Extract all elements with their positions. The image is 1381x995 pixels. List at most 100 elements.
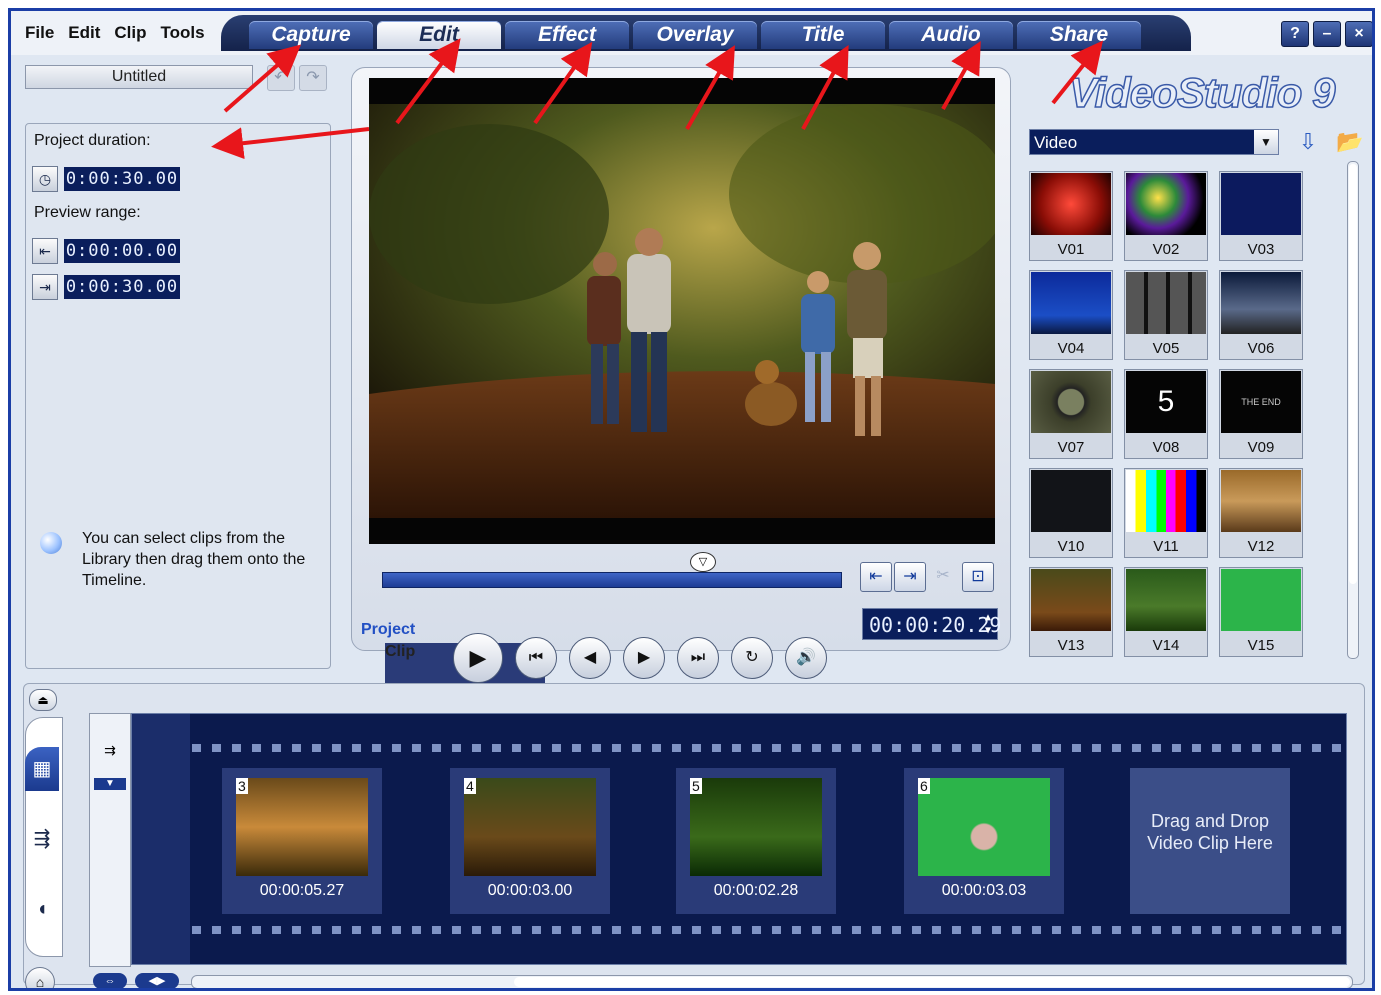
library-thumbnail bbox=[1221, 272, 1301, 334]
library-item[interactable]: THE END V09 bbox=[1219, 369, 1303, 459]
library-thumbnail bbox=[1126, 272, 1206, 334]
timeline-scrollbar[interactable] bbox=[191, 975, 1353, 988]
library-item[interactable]: V10 bbox=[1029, 468, 1113, 558]
menu-edit[interactable]: Edit bbox=[68, 23, 100, 43]
scrub-marker[interactable]: ▽ bbox=[690, 552, 716, 572]
preview-scrub-bar[interactable] bbox=[382, 572, 842, 588]
scroll-arrows-button[interactable]: ◀▶ bbox=[135, 973, 179, 988]
close-button[interactable]: × bbox=[1345, 21, 1372, 47]
library-item-label: V10 bbox=[1057, 538, 1085, 555]
volume-button[interactable]: 🔊 bbox=[785, 637, 827, 679]
home-button[interactable]: ⏮ bbox=[515, 637, 557, 679]
library-thumbnail bbox=[1126, 569, 1206, 631]
filmstrip-icon: ▦ bbox=[32, 758, 52, 780]
library-item[interactable]: V03 bbox=[1219, 171, 1303, 261]
preview-timecode[interactable]: 00:00:20.29 ▲ ▼ bbox=[862, 608, 1001, 640]
menu-file[interactable]: File bbox=[25, 23, 54, 43]
clip-number: 3 bbox=[236, 778, 248, 794]
drop-target[interactable]: Drag and Drop Video Clip Here bbox=[1130, 768, 1290, 914]
storyboard-clip[interactable]: 6 00:00:03.03 bbox=[904, 768, 1064, 914]
mode-project[interactable]: Project bbox=[361, 621, 415, 639]
tab-title[interactable]: Title bbox=[761, 21, 885, 49]
project-title-field[interactable]: Untitled bbox=[25, 65, 253, 89]
sprocket-holes-bottom bbox=[192, 926, 1342, 934]
library-item[interactable]: V05 bbox=[1124, 270, 1208, 360]
insert-media-icon[interactable]: ⇉ bbox=[94, 742, 126, 759]
end-button[interactable]: ⏭ bbox=[677, 637, 719, 679]
library-thumbnail bbox=[1221, 173, 1301, 235]
library-item-label: V03 bbox=[1247, 241, 1275, 258]
library-item[interactable]: V15 bbox=[1219, 567, 1303, 657]
tab-effect[interactable]: Effect bbox=[505, 21, 629, 49]
tab-capture[interactable]: Capture bbox=[249, 21, 373, 49]
library-item[interactable]: V13 bbox=[1029, 567, 1113, 657]
fullscreen-button[interactable]: ⊡ bbox=[962, 562, 994, 592]
library-item[interactable]: 5 V08 bbox=[1124, 369, 1208, 459]
library-item[interactable]: V07 bbox=[1029, 369, 1113, 459]
menu-clip[interactable]: Clip bbox=[114, 23, 146, 43]
tab-audio[interactable]: Audio bbox=[889, 21, 1013, 49]
library-item[interactable]: V04 bbox=[1029, 270, 1113, 360]
library-category-select[interactable]: Video ▼ bbox=[1029, 129, 1279, 155]
library-item-label: V06 bbox=[1247, 340, 1275, 357]
timecode-spinner[interactable]: ▲ ▼ bbox=[981, 611, 995, 637]
library-scrollbar[interactable] bbox=[1347, 161, 1359, 659]
tab-overlay[interactable]: Overlay bbox=[633, 21, 757, 49]
mark-out-icon[interactable]: ⇥ bbox=[32, 274, 58, 300]
preview-panel: ▽ ⇤ ⇥ ✂ ⊡ 00:00:20.29 ▲ ▼ bbox=[351, 67, 1011, 651]
chevron-down-icon[interactable]: ▼ bbox=[94, 778, 126, 790]
previous-frame-button[interactable]: ◀ bbox=[569, 637, 611, 679]
next-frame-button[interactable]: ▶ bbox=[623, 637, 665, 679]
minimize-button[interactable]: – bbox=[1313, 21, 1341, 47]
preview-video[interactable] bbox=[369, 78, 995, 544]
mark-in-icon[interactable]: ⇤ bbox=[32, 238, 58, 264]
undo-button[interactable]: ↶ bbox=[267, 65, 295, 91]
clip-number: 4 bbox=[464, 778, 476, 794]
library-item[interactable]: V02 bbox=[1124, 171, 1208, 261]
storyboard-clip[interactable]: 3 00:00:05.27 bbox=[222, 768, 382, 914]
library-category-value: Video bbox=[1034, 133, 1078, 152]
main-menu: File Edit Clip Tools bbox=[25, 23, 205, 43]
library-item[interactable]: V14 bbox=[1124, 567, 1208, 657]
project-duration-label: Project duration: bbox=[34, 132, 151, 149]
timeline-tools: ⇉ ▼ bbox=[89, 713, 131, 967]
library-item[interactable]: V12 bbox=[1219, 468, 1303, 558]
storyboard-view-button[interactable]: ▦ bbox=[25, 747, 59, 791]
library-item[interactable]: V01 bbox=[1029, 171, 1113, 261]
cut-clip-button[interactable]: ✂ bbox=[928, 562, 958, 590]
storyboard-clip[interactable]: 5 00:00:02.28 bbox=[676, 768, 836, 914]
tab-edit[interactable]: Edit bbox=[377, 21, 501, 49]
help-button[interactable]: ? bbox=[1281, 21, 1309, 47]
storyboard-clip[interactable]: 4 00:00:03.00 bbox=[450, 768, 610, 914]
timeline-view-button[interactable]: ⇶ bbox=[25, 817, 59, 861]
range-end-row: ⇥ 0:00:30.00 bbox=[32, 274, 180, 300]
mark-in-button[interactable]: ⇤ bbox=[860, 562, 892, 592]
timeline-icon: ⇶ bbox=[33, 828, 51, 850]
eject-icon[interactable]: ⏏ bbox=[29, 689, 57, 711]
range-start-value[interactable]: 0:00:00.00 bbox=[64, 239, 180, 263]
folder-icon[interactable]: ⌂ bbox=[25, 967, 55, 988]
chevron-down-icon[interactable]: ▼ bbox=[1254, 130, 1278, 154]
sort-library-icon[interactable]: ⇩ bbox=[1293, 127, 1323, 157]
tab-share[interactable]: Share bbox=[1017, 21, 1141, 49]
repeat-button[interactable]: ↻ bbox=[731, 637, 773, 679]
skip-start-icon: ⏮ bbox=[528, 649, 544, 666]
audio-view-button[interactable]: ◖ bbox=[25, 887, 59, 931]
library-item-label: V11 bbox=[1153, 538, 1179, 555]
range-end-value[interactable]: 0:00:30.00 bbox=[64, 275, 180, 299]
timeline-scrollbar-thumb[interactable] bbox=[514, 977, 1350, 987]
library-item[interactable]: V06 bbox=[1219, 270, 1303, 360]
library-thumbnail bbox=[1031, 371, 1111, 433]
library-scrollbar-thumb[interactable] bbox=[1349, 164, 1357, 584]
range-start-row: ⇤ 0:00:00.00 bbox=[32, 238, 180, 264]
timeline-zoom-button[interactable]: ⇔ bbox=[93, 973, 127, 988]
next-frame-icon: ▶ bbox=[637, 649, 651, 666]
redo-icon: ↷ bbox=[306, 69, 320, 86]
folder-icon[interactable]: 📂 bbox=[1335, 127, 1365, 157]
redo-button[interactable]: ↷ bbox=[299, 65, 327, 91]
library-thumbnail bbox=[1031, 569, 1111, 631]
mark-out-button[interactable]: ⇥ bbox=[894, 562, 926, 592]
library-item[interactable]: V11 bbox=[1124, 468, 1208, 558]
play-button[interactable]: ▶ bbox=[453, 633, 503, 683]
menu-tools[interactable]: Tools bbox=[161, 23, 205, 43]
